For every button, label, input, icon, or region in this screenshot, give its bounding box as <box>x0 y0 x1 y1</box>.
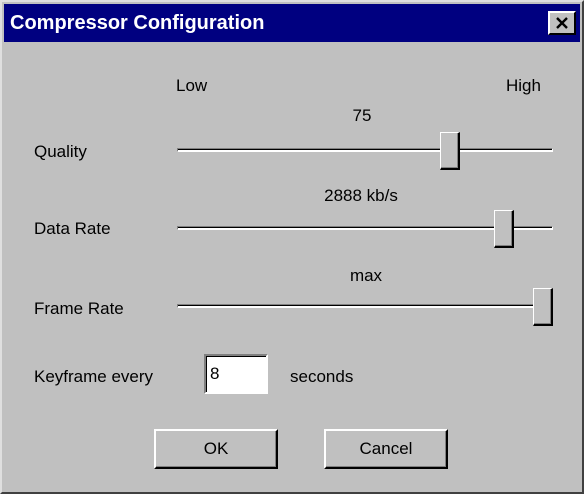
keyframe-label: Keyframe every <box>34 367 154 386</box>
data-rate-slider-thumb[interactable] <box>493 210 514 248</box>
quality-label: Quality <box>34 142 87 161</box>
quality-value: 75 <box>352 106 372 125</box>
ok-button[interactable]: OK <box>154 429 278 469</box>
frame-rate-value: max <box>349 266 383 285</box>
quality-slider-track[interactable] <box>177 148 553 152</box>
scale-high-label: High <box>506 76 541 95</box>
cancel-button[interactable]: Cancel <box>324 429 448 469</box>
frame-rate-label: Frame Rate <box>34 299 124 318</box>
close-icon <box>555 17 569 29</box>
title-bar[interactable]: Compressor Configuration <box>4 4 580 42</box>
quality-slider-thumb[interactable] <box>440 132 461 170</box>
close-button[interactable] <box>548 11 576 35</box>
data-rate-label: Data Rate <box>34 219 111 238</box>
window-title: Compressor Configuration <box>10 12 265 34</box>
data-rate-value: 2888 kb/s <box>324 186 398 205</box>
frame-rate-slider-track[interactable] <box>177 304 553 308</box>
keyframe-unit-label: seconds <box>290 367 354 386</box>
keyframe-input[interactable] <box>204 354 268 394</box>
scale-low-label: Low <box>176 76 208 95</box>
compressor-config-dialog: Compressor Configuration Low High 75 Qua… <box>0 0 584 494</box>
frame-rate-slider-thumb[interactable] <box>533 288 553 326</box>
